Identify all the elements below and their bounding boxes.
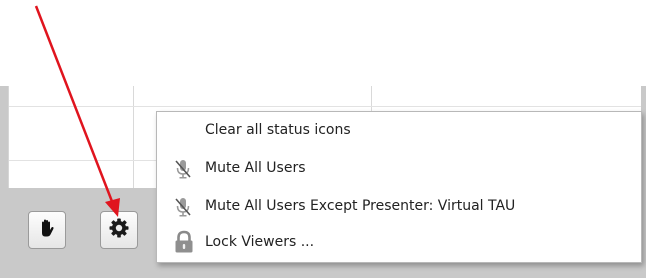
- menu-item-label: Clear all status icons: [205, 122, 351, 138]
- raise-hand-icon: [37, 218, 57, 242]
- raise-hand-button[interactable]: [28, 211, 66, 249]
- menu-item-mute-all-users[interactable]: Mute All Users: [157, 154, 641, 184]
- menu-item-label: Mute All Users: [205, 160, 306, 176]
- menu-item-mute-all-except-presenter[interactable]: Mute All Users Except Presenter: Virtual…: [157, 192, 641, 222]
- menu-item-clear-status-icons[interactable]: Clear all status icons: [157, 116, 641, 146]
- muted-microphone-icon: [173, 158, 193, 180]
- lock-icon: [173, 230, 193, 253]
- menu-item-lock-viewers[interactable]: Lock Viewers ...: [157, 228, 641, 258]
- muted-microphone-icon: [173, 196, 193, 218]
- menu-item-label: Lock Viewers ...: [205, 234, 315, 250]
- settings-button[interactable]: [100, 211, 138, 249]
- menu-item-label: Mute All Users Except Presenter: Virtual…: [205, 198, 516, 214]
- grid-column-divider: [133, 86, 134, 188]
- settings-menu: Clear all status icons Mute All Users Mu: [156, 111, 642, 263]
- grid-row-divider: [9, 106, 641, 107]
- gear-icon: [108, 217, 130, 243]
